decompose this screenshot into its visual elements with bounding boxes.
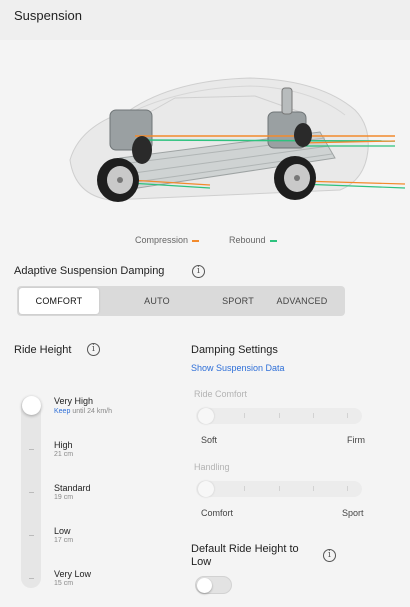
ride-height-low-sub: 17 cm xyxy=(54,537,74,544)
slider-tick xyxy=(347,486,348,491)
ride-height-very-high-sub: Keep until 24 km/h xyxy=(54,408,112,415)
ride-height-standard-sub: 19 cm xyxy=(54,494,74,501)
handling-min-label: Comfort xyxy=(201,508,234,518)
ride-height-tick xyxy=(29,535,34,536)
slider-tick xyxy=(279,486,280,491)
info-icon[interactable]: i xyxy=(323,549,336,562)
slider-tick xyxy=(347,413,348,418)
ride-comfort-min-label: Soft xyxy=(201,435,218,445)
info-icon[interactable]: i xyxy=(87,343,100,356)
damping-legend: Compression Rebound xyxy=(0,235,410,249)
ride-height-title: Ride Height xyxy=(14,344,72,356)
ride-height-tick xyxy=(29,578,34,579)
car-chassis-illustration xyxy=(0,40,410,260)
default-low-toggle[interactable] xyxy=(195,576,232,594)
handling-max-label: Sport xyxy=(342,508,364,518)
compression-label: Compression xyxy=(135,235,189,245)
slider-tick xyxy=(279,413,280,418)
rebound-legend: Rebound xyxy=(229,235,277,245)
handling-thumb[interactable] xyxy=(198,481,214,497)
compression-legend: Compression xyxy=(135,235,200,245)
ride-height-standard[interactable]: Standard xyxy=(54,483,91,493)
damping-mode-selector: COMFORT AUTO SPORT ADVANCED xyxy=(17,286,345,316)
ride-height-very-high[interactable]: Very High xyxy=(54,396,93,406)
ride-height-low[interactable]: Low xyxy=(54,526,71,536)
ride-comfort-max-label: Firm xyxy=(347,435,365,445)
slider-tick xyxy=(244,486,245,491)
damping-option-auto[interactable]: AUTO xyxy=(117,288,197,314)
info-icon[interactable]: i xyxy=(192,265,205,278)
rebound-swatch xyxy=(269,239,277,242)
show-suspension-data-link[interactable]: Show Suspension Data xyxy=(191,363,285,373)
damping-title: Adaptive Suspension Damping xyxy=(14,265,165,277)
ride-height-high-sub: 21 cm xyxy=(54,451,74,458)
compression-swatch xyxy=(192,239,200,242)
ride-height-thumb[interactable] xyxy=(22,396,41,415)
ride-height-very-low-sub: 15 cm xyxy=(54,580,74,587)
ride-comfort-thumb[interactable] xyxy=(198,408,214,424)
header-bar: Suspension xyxy=(0,0,410,40)
page-title: Suspension xyxy=(14,8,82,23)
damping-option-comfort[interactable]: COMFORT xyxy=(19,288,99,314)
ride-comfort-label: Ride Comfort xyxy=(194,389,248,399)
rebound-label: Rebound xyxy=(229,235,266,245)
ride-height-high[interactable]: High xyxy=(54,440,73,450)
default-low-title: Default Ride Height to Low xyxy=(191,543,299,568)
keep-link[interactable]: Keep xyxy=(54,408,70,415)
slider-tick xyxy=(313,486,314,491)
damping-settings-title: Damping Settings xyxy=(191,344,278,356)
damping-option-advanced[interactable]: ADVANCED xyxy=(262,288,342,314)
toggle-knob xyxy=(197,578,212,593)
ride-height-tick xyxy=(29,492,34,493)
handling-label: Handling xyxy=(194,462,230,472)
ride-height-tick xyxy=(29,449,34,450)
slider-tick xyxy=(244,413,245,418)
ride-height-very-low[interactable]: Very Low xyxy=(54,569,91,579)
slider-tick xyxy=(313,413,314,418)
